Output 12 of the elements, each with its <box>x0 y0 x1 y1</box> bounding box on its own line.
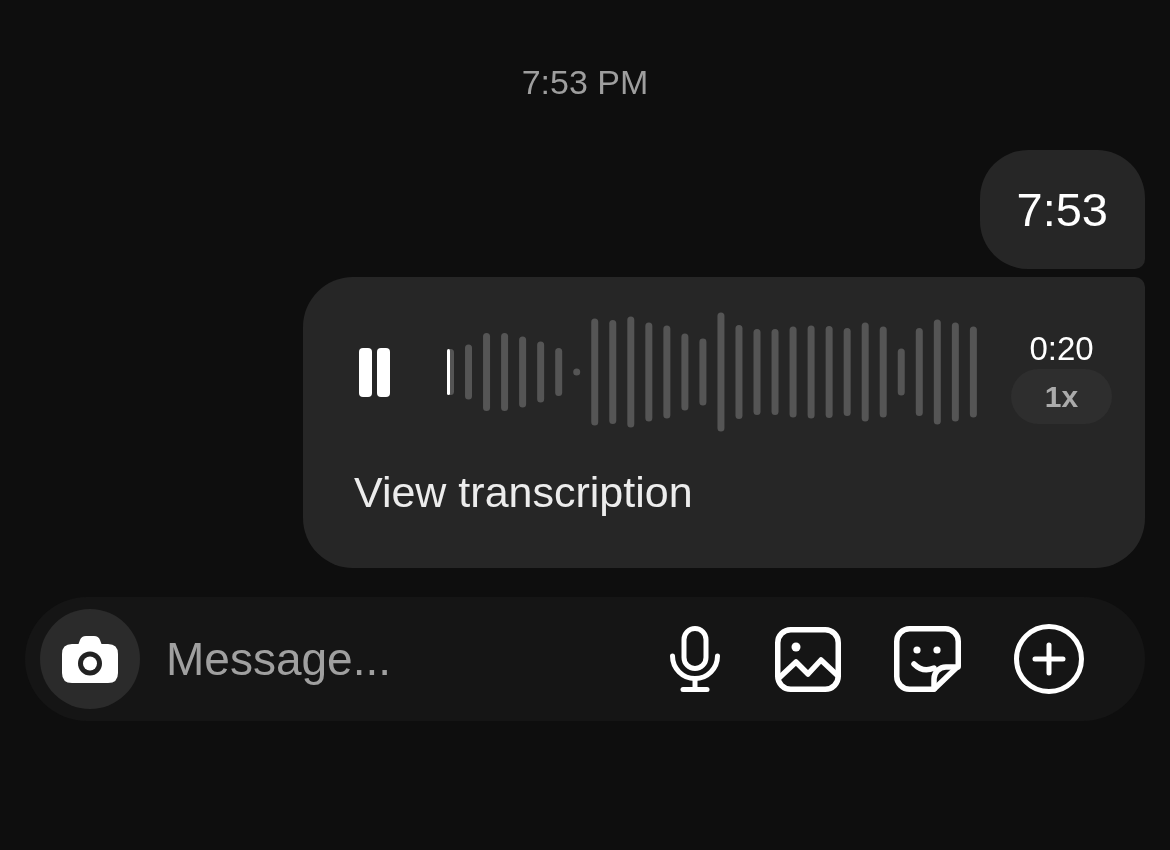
timestamp: 7:53 PM <box>521 62 649 102</box>
image-icon[interactable] <box>775 626 841 692</box>
message-field[interactable]: Message... <box>166 631 648 687</box>
microphone-icon[interactable] <box>668 626 722 692</box>
plus-icon[interactable] <box>1014 624 1084 694</box>
playback-speed-button[interactable]: 1x <box>1011 369 1112 424</box>
camera-icon <box>62 635 118 683</box>
duration-label: 0:20 <box>1029 330 1094 368</box>
sticker-icon[interactable] <box>894 626 961 692</box>
message-bubble: 7:53 <box>979 150 1145 269</box>
pause-icon[interactable] <box>359 347 390 397</box>
view-transcription-link[interactable]: View transcription <box>354 467 693 517</box>
